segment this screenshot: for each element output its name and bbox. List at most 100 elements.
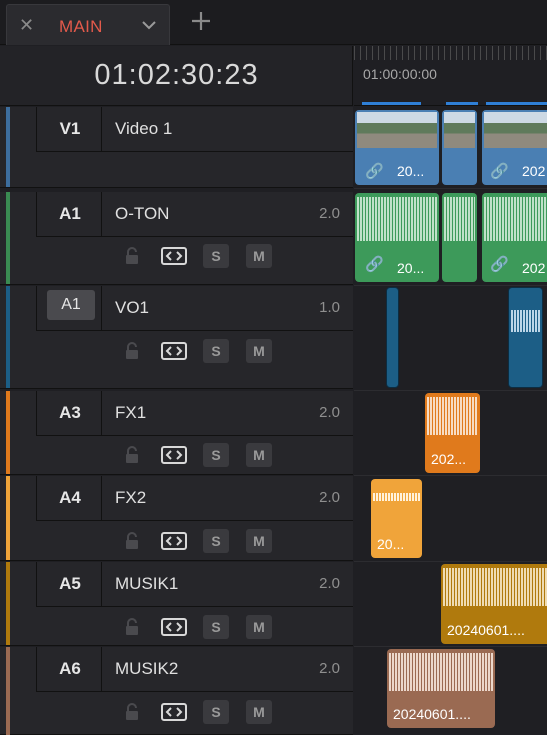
track-divider	[36, 691, 353, 692]
ruler-marker	[362, 102, 421, 105]
mute-button[interactable]: M	[246, 244, 272, 268]
lock-icon[interactable]	[123, 532, 141, 550]
add-tab-icon[interactable]	[189, 9, 213, 33]
timeline-tab-bar: ✕ MAIN	[0, 0, 547, 45]
track-level: 2.0	[319, 660, 340, 677]
track-color	[6, 286, 10, 388]
solo-button[interactable]: S	[203, 615, 229, 639]
mute-button[interactable]: M	[246, 443, 272, 467]
track-v1[interactable]: V1 Video 1	[0, 107, 353, 283]
ruler-marker	[486, 102, 547, 105]
track-id-cell[interactable]: A4	[36, 476, 102, 520]
clip-thumbnail	[444, 112, 475, 148]
clip-label: 20...	[397, 163, 425, 179]
track-color	[6, 192, 10, 284]
audio-clip[interactable]: 20240601....	[387, 649, 495, 728]
timeline-canvas[interactable]: 🔗 20... 🔗 202 🔗 20... 🔗 202 202... 20...	[354, 107, 547, 735]
track-id: A3	[59, 403, 81, 422]
solo-button[interactable]: S	[203, 529, 229, 553]
link-icon: 🔗	[490, 163, 509, 180]
clip-thumbnail	[484, 112, 547, 148]
chevron-down-icon[interactable]	[138, 15, 160, 35]
lock-icon[interactable]	[123, 618, 141, 636]
video-clip[interactable]: 🔗 202	[482, 110, 547, 185]
ruler-marker	[446, 102, 478, 105]
lock-icon[interactable]	[123, 446, 141, 464]
track-id-cell[interactable]: A5	[36, 562, 102, 606]
solo-button[interactable]: S	[203, 700, 229, 724]
mute-button[interactable]: M	[246, 339, 272, 363]
track-separator	[354, 285, 547, 286]
auto-select-icon[interactable]	[161, 446, 187, 464]
clip-label: 202...	[431, 451, 467, 467]
audio-clip[interactable]	[508, 287, 543, 388]
video-clip[interactable]	[442, 110, 477, 185]
track-name[interactable]: FX2	[115, 488, 146, 508]
track-divider	[36, 520, 353, 521]
track-id-cell[interactable]: A1	[36, 192, 102, 236]
track-color	[6, 647, 10, 735]
track-name[interactable]: MUSIK2	[115, 659, 178, 679]
track-a6[interactable]: A6 MUSIK2 2.0	[0, 647, 353, 735]
track-id-cell[interactable]: A3	[36, 391, 102, 435]
auto-select-icon[interactable]	[161, 618, 187, 636]
track-separator	[354, 561, 547, 562]
waveform	[511, 310, 540, 332]
mute-button[interactable]: M	[246, 615, 272, 639]
mute-button[interactable]: M	[246, 700, 272, 724]
track-level: 2.0	[319, 489, 340, 506]
timecode-panel: 01:02:30:23	[0, 46, 353, 106]
track-divider	[36, 236, 353, 237]
track-name[interactable]: MUSIK1	[115, 574, 178, 594]
ruler-start-timecode: 01:00:00:00	[363, 66, 437, 82]
track-id: A4	[59, 488, 81, 507]
video-clip[interactable]: 🔗 20...	[355, 110, 439, 185]
lock-icon[interactable]	[123, 342, 141, 360]
waveform	[357, 197, 437, 241]
current-timecode[interactable]: 01:02:30:23	[0, 59, 353, 92]
audio-clip[interactable]	[442, 193, 477, 282]
track-id-cell[interactable]: A1	[36, 286, 102, 330]
tab-main[interactable]: ✕ MAIN	[6, 4, 170, 45]
track-level: 2.0	[319, 404, 340, 421]
track-separator	[354, 475, 547, 476]
waveform	[444, 197, 475, 241]
audio-clip[interactable]: 20240601....	[441, 564, 547, 644]
track-level: 2.0	[319, 205, 340, 222]
track-id: V1	[59, 119, 81, 138]
clip-label: 20...	[397, 260, 425, 276]
track-name[interactable]: O-TON	[115, 204, 169, 224]
audio-clip[interactable]	[386, 287, 399, 388]
track-id: A1	[59, 204, 81, 223]
track-name[interactable]: Video 1	[115, 119, 172, 139]
audio-clip[interactable]: 202...	[425, 393, 480, 473]
track-id-cell[interactable]: V1	[36, 107, 102, 151]
link-icon: 🔗	[365, 163, 384, 180]
timeline-ruler[interactable]: 01:00:00:00	[354, 46, 547, 106]
track-id: A5	[59, 574, 81, 593]
track-name[interactable]: VO1	[115, 298, 149, 318]
track-id-button[interactable]: A1	[47, 290, 95, 320]
audio-clip[interactable]: 🔗 202	[482, 193, 547, 282]
close-tab-icon[interactable]: ✕	[19, 15, 34, 36]
track-a1[interactable]: A1 O-TON 2.0	[0, 192, 353, 285]
lock-icon[interactable]	[123, 703, 141, 721]
auto-select-icon[interactable]	[161, 532, 187, 550]
auto-select-icon[interactable]	[161, 342, 187, 360]
clip-thumbnail	[357, 112, 437, 148]
audio-clip[interactable]: 20...	[371, 479, 422, 558]
track-id-cell[interactable]: A6	[36, 647, 102, 691]
track-name[interactable]: FX1	[115, 403, 146, 423]
link-icon: 🔗	[365, 256, 384, 273]
solo-button[interactable]: S	[203, 339, 229, 363]
lock-icon[interactable]	[123, 247, 141, 265]
audio-clip[interactable]: 🔗 20...	[355, 193, 439, 282]
solo-button[interactable]: S	[203, 244, 229, 268]
track-vo1[interactable]: A1 VO1 1.0	[0, 286, 353, 389]
auto-select-icon[interactable]	[161, 703, 187, 721]
track-level: 1.0	[319, 299, 340, 316]
track-separator	[354, 646, 547, 647]
solo-button[interactable]: S	[203, 443, 229, 467]
auto-select-icon[interactable]	[161, 247, 187, 265]
mute-button[interactable]: M	[246, 529, 272, 553]
